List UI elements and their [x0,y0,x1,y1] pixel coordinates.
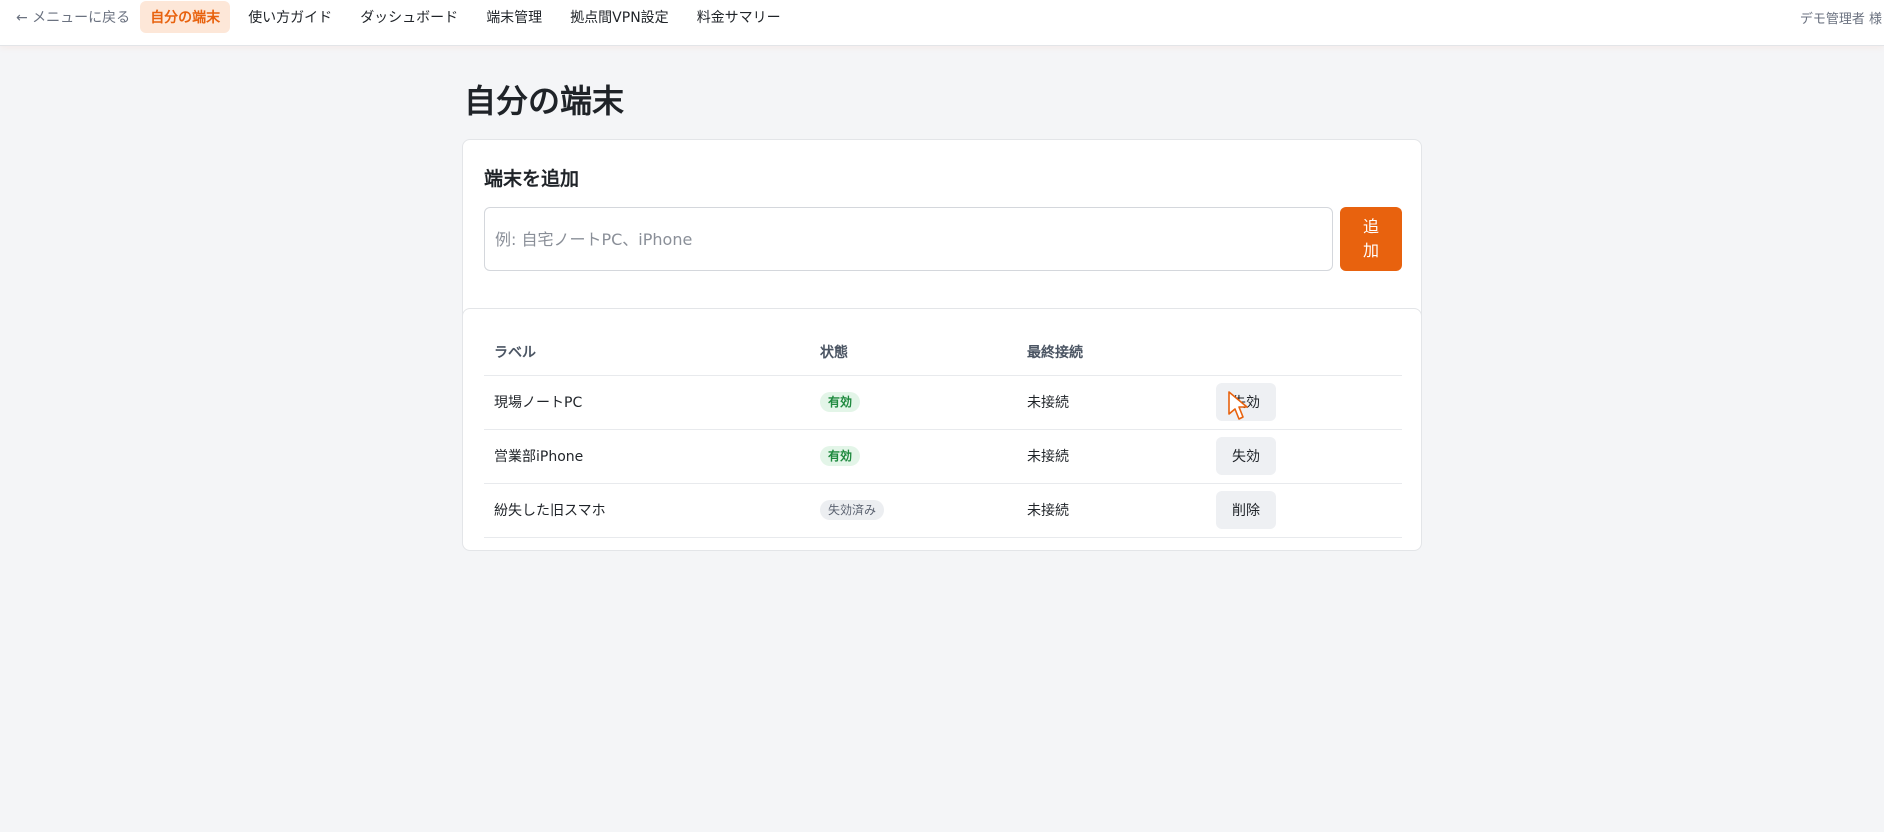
device-label: 営業部iPhone [484,429,810,484]
device-list-card: ラベル 状態 最終接続 現場ノートPC 有効 未接続 失効 営業部iPhone … [462,308,1422,551]
status-badge: 有効 [820,392,861,412]
column-header-label: ラベル [484,329,810,376]
action-cell: 失効 [1206,429,1402,484]
table-header-row: ラベル 状態 最終接続 [484,329,1402,376]
delete-button[interactable]: 削除 [1216,491,1276,529]
device-table: ラベル 状態 最終接続 現場ノートPC 有効 未接続 失効 営業部iPhone … [484,329,1402,538]
status-badge: 失効済み [820,500,885,520]
table-row: 現場ノートPC 有効 未接続 失効 [484,375,1402,430]
last-connection: 未接続 [1017,483,1206,538]
column-header-status: 状態 [810,329,1017,376]
action-cell: 失効 [1206,375,1402,430]
table-row: 営業部iPhone 有効 未接続 失効 [484,429,1402,484]
add-device-button[interactable]: 追加 [1340,207,1402,271]
nav-link-my-devices[interactable]: 自分の端末 [140,1,231,33]
status-badge: 有効 [820,446,861,466]
column-header-actions [1206,329,1402,376]
nav-link-guide[interactable]: 使い方ガイド [238,1,342,33]
top-navigation: ← メニューに戻る 自分の端末 使い方ガイド ダッシュボード 端末管理 拠点間V… [0,0,1884,46]
device-label: 現場ノートPC [484,375,810,430]
revoke-button[interactable]: 失効 [1216,437,1276,475]
last-connection: 未接続 [1017,429,1206,484]
device-label-input[interactable] [484,207,1333,271]
status-cell: 失効済み [810,483,1017,538]
status-cell: 有効 [810,375,1017,430]
nav-link-site-vpn-settings[interactable]: 拠点間VPN設定 [560,1,679,33]
column-header-last-connection: 最終接続 [1017,329,1206,376]
action-cell: 削除 [1206,483,1402,538]
status-cell: 有効 [810,429,1017,484]
user-name-label: デモ管理者 様 [1799,11,1882,27]
nav-items: ← メニューに戻る 自分の端末 使い方ガイド ダッシュボード 端末管理 拠点間V… [6,0,799,34]
device-label: 紛失した旧スマホ [484,483,810,538]
last-connection: 未接続 [1017,375,1206,430]
table-row: 紛失した旧スマホ 失効済み 未接続 削除 [484,483,1402,538]
nav-link-billing-summary[interactable]: 料金サマリー [687,1,791,33]
nav-link-device-management[interactable]: 端末管理 [476,1,552,33]
revoke-button[interactable]: 失効 [1216,383,1276,421]
page-title: 自分の端末 [464,82,625,120]
add-device-title: 端末を追加 [484,168,580,190]
back-to-menu-link[interactable]: ← メニューに戻る [6,1,140,33]
nav-link-dashboard[interactable]: ダッシュボード [350,1,468,33]
